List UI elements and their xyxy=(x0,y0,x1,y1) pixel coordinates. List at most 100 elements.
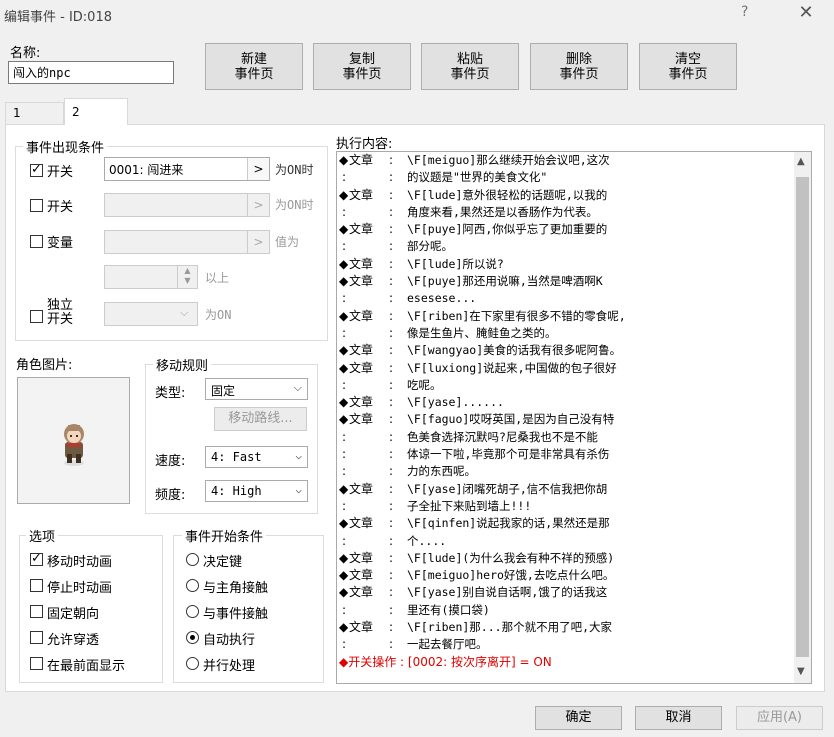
trigger-action-radio[interactable] xyxy=(186,553,199,566)
command-line[interactable]: :: 吃呢。 xyxy=(337,377,795,394)
command-colon: : xyxy=(342,170,347,185)
variable-select[interactable] xyxy=(104,230,270,254)
switch2-select[interactable] xyxy=(104,193,270,217)
switch2-checkbox[interactable] xyxy=(30,199,43,212)
trigger-autorun-radio[interactable] xyxy=(186,631,199,644)
command-line[interactable]: ◆ 文章: \F[puye]那还用说嘛,当然是啤酒啊K xyxy=(337,273,795,290)
variable-chevron-right-icon[interactable]: > xyxy=(247,231,269,253)
command-line[interactable]: :: 体谅一下啦,毕竟那个可是非常具有杀伤 xyxy=(337,446,795,463)
frequency-select[interactable]: 4: High ⌵ xyxy=(205,480,308,502)
name-input[interactable]: 闯入的npc xyxy=(8,61,174,84)
delete-page-button[interactable]: 删除 事件页 xyxy=(530,43,628,90)
command-line[interactable]: ◆ 文章: \F[lude]所以说? xyxy=(337,256,795,273)
variable-checkbox[interactable] xyxy=(30,235,43,248)
switch1-select[interactable]: 0001: 闯进来 xyxy=(104,157,270,181)
command-colon: : xyxy=(389,585,394,600)
apply-button[interactable]: 应用(A) xyxy=(736,706,823,730)
command-line[interactable]: ◆ 文章: \F[meiguo]那么继续开始会议吧,这次 xyxy=(337,152,795,169)
command-line[interactable]: ◆ 文章: \F[faguo]哎呀英国,是因为自己没有特 xyxy=(337,411,795,428)
command-bullet: ◆ xyxy=(339,360,349,375)
option-through-checkbox[interactable] xyxy=(30,631,43,644)
move-type-select[interactable]: 固定 ⌵ xyxy=(205,378,308,400)
paste-page-button[interactable]: 粘贴 事件页 xyxy=(421,43,519,90)
option-always-top-checkbox[interactable] xyxy=(30,657,43,670)
command-line[interactable]: :: 像是生鱼片、腌鲑鱼之类的。 xyxy=(337,325,795,342)
switch1-chevron-right-icon[interactable]: > xyxy=(247,158,269,180)
cancel-button[interactable]: 取消 xyxy=(635,706,722,730)
command-colon: : xyxy=(389,412,394,427)
self-switch-chevron-down-icon[interactable]: ⌵ xyxy=(180,306,188,320)
command-line[interactable]: ◆ 文章: \F[riben]那...那个就不用了吧,大家 xyxy=(337,619,795,636)
switch-operation-text: ◆开关操作 : [0002: 按次序离开] = ON xyxy=(339,654,552,669)
command-text: \F[riben]那...那个就不用了吧,大家 xyxy=(407,620,613,635)
command-line[interactable]: ◆ 文章: \F[yase]闭嘴死胡子,信不信我把你胡 xyxy=(337,481,795,498)
tab-page-1[interactable]: 1 xyxy=(5,102,64,124)
switch2-suffix: 为ON时 xyxy=(275,198,314,212)
clear-page-button[interactable]: 清空 事件页 xyxy=(639,43,737,90)
frequency-value: 4: High xyxy=(211,484,262,498)
command-colon: : xyxy=(389,239,394,254)
command-line[interactable]: :: 子全扯下来贴到墙上!!! xyxy=(337,498,795,515)
trigger-event-touch-label: 与事件接触 xyxy=(203,607,269,622)
variable-label: 变量 xyxy=(47,236,74,251)
new-page-button[interactable]: 新建 事件页 xyxy=(205,43,303,90)
command-line[interactable]: ◆ 文章: \F[wangyao]美食的话我有很多呢阿鲁。 xyxy=(337,342,795,359)
command-colon: : xyxy=(389,308,394,323)
spinner-arrows-icon[interactable]: ▲ ▼ xyxy=(177,266,197,288)
option-direction-fix-checkbox[interactable] xyxy=(30,605,43,618)
command-line[interactable]: ◆ 文章: \F[puye]阿西,你似乎忘了更加重要的 xyxy=(337,221,795,238)
trigger-action-label: 决定键 xyxy=(203,555,243,570)
event-command-list[interactable]: ◆ 文章: \F[meiguo]那么继续开始会议吧,这次:: 的议题是"世界的美食文化… xyxy=(336,151,812,684)
trigger-parallel-radio[interactable] xyxy=(186,657,199,670)
command-line[interactable]: :: 个.... xyxy=(337,533,795,550)
command-line[interactable]: ◆ 文章: \F[meiguo]hero好饿,去吃点什么吧。 xyxy=(337,567,795,584)
tab-page-2[interactable]: 2 xyxy=(64,98,128,125)
command-line[interactable]: :: 角度来看,果然还是以香肠作为代表。 xyxy=(337,204,795,221)
command-line[interactable]: ◆ 文章: \F[qinfen]说起我家的话,果然还是那 xyxy=(337,515,795,532)
command-line[interactable]: ◆ 文章: \F[yase]别自说自话啊,饿了的话我这 xyxy=(337,584,795,601)
copy-page-button[interactable]: 复制 事件页 xyxy=(313,43,411,90)
speed-select[interactable]: 4: Fast ⌵ xyxy=(205,446,308,468)
switch2-chevron-right-icon[interactable]: > xyxy=(247,194,269,216)
scroll-thumb[interactable] xyxy=(796,177,809,657)
command-line[interactable]: ◆ 文章: \F[yase]...... xyxy=(337,394,795,411)
command-line[interactable]: ◆ 文章: \F[riben]在下家里有很多不错的零食呢, xyxy=(337,308,795,325)
command-line-switch-op[interactable]: ◆开关操作 : [0002: 按次序离开] = ON xyxy=(337,654,795,671)
command-keyword: 文章 xyxy=(349,308,374,323)
option-stop-anim-checkbox[interactable] xyxy=(30,579,43,592)
ok-button[interactable]: 确定 xyxy=(535,706,622,730)
command-line[interactable]: :: 色美食选择沉默吗?尼桑我也不是不能 xyxy=(337,429,795,446)
scroll-up-icon[interactable]: ▲ xyxy=(797,156,805,167)
command-line[interactable]: :: esesese... xyxy=(337,290,795,307)
command-line[interactable]: :: 一起去餐厅吧。 xyxy=(337,636,795,653)
self-switch-checkbox[interactable] xyxy=(30,310,43,323)
btn-line2: 事件页 xyxy=(234,66,274,82)
command-colon: : xyxy=(342,533,347,548)
trigger-event-touch-radio[interactable] xyxy=(186,605,199,618)
option-move-anim-checkbox[interactable] xyxy=(30,551,43,566)
command-line[interactable]: :: 的议题是"世界的美食文化" xyxy=(337,169,795,186)
move-type-value: 固定 xyxy=(211,384,236,398)
command-line[interactable]: ◆ 文章: \F[luxiong]说起来,中国做的包子很好 xyxy=(337,360,795,377)
command-bullet: ◆ xyxy=(339,308,349,323)
scroll-down-icon[interactable]: ▼ xyxy=(797,666,805,677)
switch1-checkbox[interactable] xyxy=(30,162,43,177)
command-line[interactable]: :: 里还有(摸口袋) xyxy=(337,602,795,619)
move-route-button[interactable]: 移动路线... xyxy=(214,407,307,431)
help-icon[interactable]: ? xyxy=(741,4,748,20)
graphic-preview[interactable] xyxy=(17,377,130,504)
close-icon[interactable]: ✕ xyxy=(796,2,816,23)
command-line[interactable]: ◆ 文章: \F[lude](为什么我会有种不祥的预感) xyxy=(337,550,795,567)
command-colon: : xyxy=(389,170,394,185)
command-line[interactable]: ◆ 文章: \F[lude]意外很轻松的话题呢,以我的 xyxy=(337,187,795,204)
command-colon: : xyxy=(342,204,347,219)
chevron-down-icon: ⌵ xyxy=(295,483,302,496)
command-text: \F[meiguo]hero好饿,去吃点什么吧。 xyxy=(407,568,615,583)
trigger-autorun-label: 自动执行 xyxy=(203,633,256,648)
command-keyword: 文章 xyxy=(349,343,374,358)
scrollbar[interactable]: ▲ ▼ xyxy=(794,152,811,683)
trigger-player-touch-radio[interactable] xyxy=(186,579,199,592)
command-text: 力的东西呢。 xyxy=(407,464,476,479)
command-line[interactable]: :: 部分呢。 xyxy=(337,238,795,255)
command-line[interactable]: :: 力的东西呢。 xyxy=(337,463,795,480)
